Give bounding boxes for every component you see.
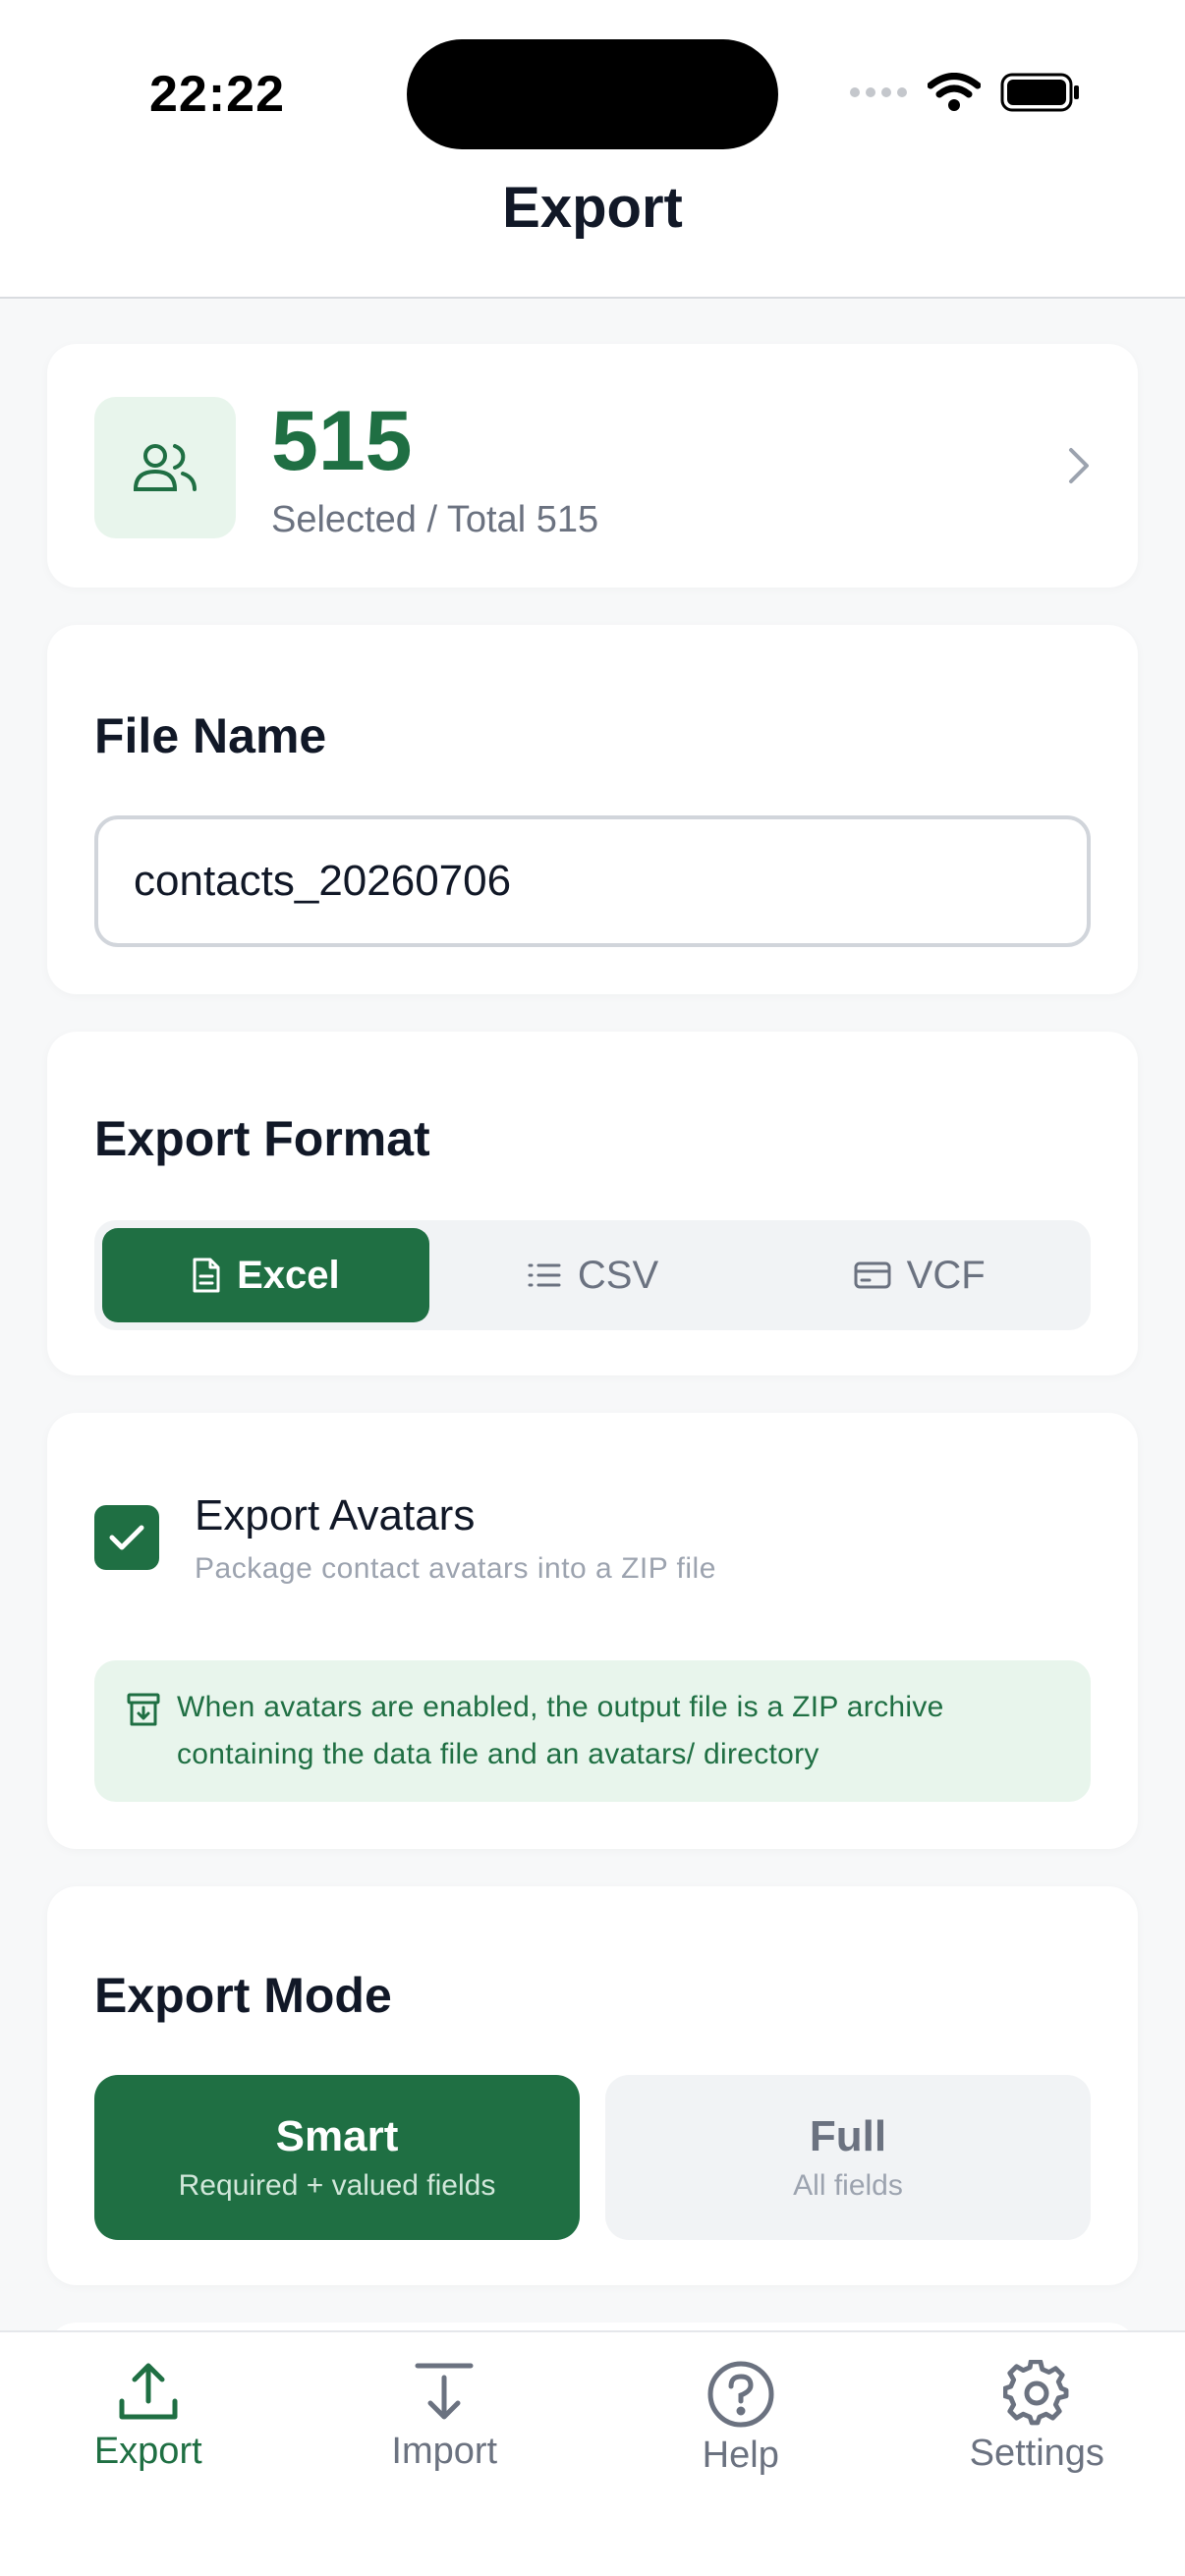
signal-icon [850, 87, 907, 97]
file-name-card: File Name [47, 625, 1138, 994]
avatars-info-text: When avatars are enabled, the output fil… [177, 1691, 944, 1770]
file-name-input[interactable] [94, 815, 1091, 947]
status-bar: 22:22 [0, 0, 1185, 177]
tab-label: Settings [969, 2433, 1104, 2474]
tab-help[interactable]: Help [592, 2332, 889, 2576]
export-avatars-title: Export Avatars [195, 1491, 476, 1540]
mode-option-label: Full [809, 2112, 887, 2160]
export-avatars-checkbox[interactable] [94, 1505, 159, 1570]
file-name-title: File Name [94, 708, 327, 763]
mode-option-full[interactable]: Full All fields [605, 2075, 1091, 2240]
upload-icon [119, 2363, 178, 2420]
format-option-csv[interactable]: CSV [429, 1228, 757, 1322]
format-option-label: VCF [906, 1253, 986, 1297]
archive-icon [127, 1693, 160, 1726]
contacts-icon-box [94, 397, 236, 538]
wifi-icon [928, 73, 981, 111]
check-icon [109, 1525, 144, 1550]
chevron-right-icon [1069, 448, 1089, 483]
nav-header: Export [0, 175, 1185, 299]
format-option-vcf[interactable]: VCF [756, 1228, 1083, 1322]
tab-settings[interactable]: Settings [889, 2332, 1185, 2576]
mode-options: Smart Required + valued fields Full All … [94, 2075, 1091, 2240]
export-mode-title: Export Mode [94, 1968, 392, 2023]
mode-option-desc: Required + valued fields [178, 2169, 496, 2202]
status-icons [849, 73, 1081, 112]
list-icon [528, 1263, 561, 1287]
tab-bar: Export Import Help Settings [0, 2330, 1185, 2576]
export-format-card: Export Format Excel CSV VCF [47, 1032, 1138, 1375]
export-mode-card: Export Mode Smart Required + valued fiel… [47, 1886, 1138, 2285]
gear-icon [1003, 2360, 1069, 2426]
selected-subtitle: Selected / Total 515 [271, 499, 599, 540]
tab-export[interactable]: Export [0, 2332, 297, 2576]
selected-count: 515 [271, 394, 413, 488]
tab-import[interactable]: Import [297, 2332, 593, 2576]
export-format-title: Export Format [94, 1111, 430, 1166]
format-option-excel[interactable]: Excel [102, 1228, 429, 1322]
mode-option-desc: All fields [793, 2169, 903, 2202]
page-title: Export [502, 175, 683, 240]
format-option-label: CSV [577, 1253, 659, 1297]
file-icon [193, 1258, 220, 1293]
tab-label: Export [93, 2431, 202, 2472]
format-segmented-control: Excel CSV VCF [94, 1220, 1091, 1330]
card-icon [854, 1261, 891, 1289]
export-avatars-subtitle: Package contact avatars into a ZIP file [195, 1552, 716, 1585]
users-icon [133, 444, 197, 491]
help-icon [707, 2361, 774, 2428]
export-avatars-card: Export Avatars Package contact avatars i… [47, 1413, 1138, 1849]
dynamic-island [407, 39, 778, 149]
download-icon [415, 2363, 474, 2420]
format-option-label: Excel [237, 1253, 340, 1297]
selection-summary-card[interactable]: 515 Selected / Total 515 [47, 344, 1138, 588]
status-time: 22:22 [149, 66, 285, 123]
mode-option-smart[interactable]: Smart Required + valued fields [94, 2075, 580, 2240]
battery-icon [1000, 73, 1079, 112]
mode-option-label: Smart [275, 2112, 399, 2160]
avatars-info-box: When avatars are enabled, the output fil… [94, 1660, 1091, 1802]
tab-label: Import [391, 2431, 498, 2472]
tab-label: Help [702, 2435, 779, 2476]
